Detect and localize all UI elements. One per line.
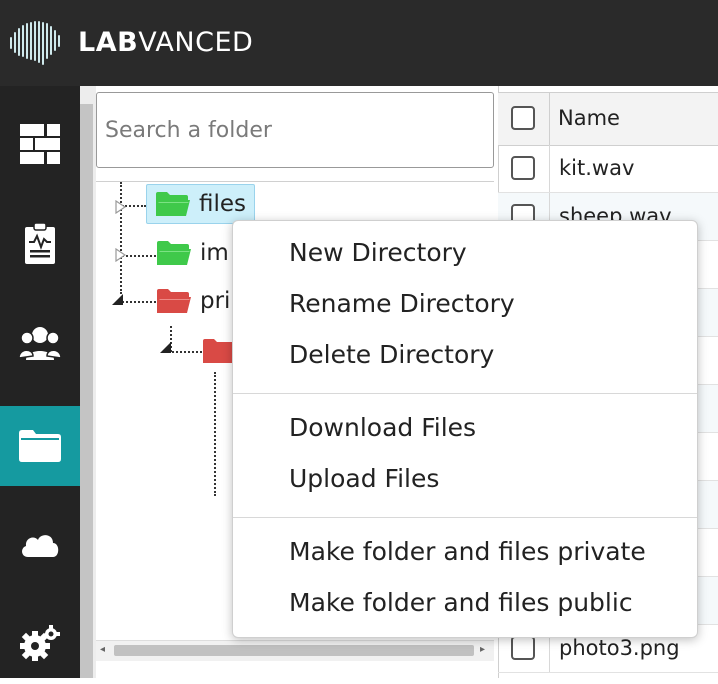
row-checkbox[interactable] [511,636,535,660]
tree-connector [120,182,122,294]
expand-triangle-icon[interactable] [114,200,126,214]
row-checkbox[interactable] [511,156,535,180]
sidebar-item-files[interactable] [0,406,80,486]
sidebar-item-settings[interactable] [0,604,80,684]
sidebar-item-participants[interactable] [0,304,80,384]
dashboard-grid-icon [20,124,60,164]
expand-triangle-icon[interactable] [114,248,126,262]
tree-connector [122,255,156,257]
menu-item-new-directory[interactable]: New Directory [289,238,467,267]
tree-connector [172,351,202,353]
menu-separator [233,393,697,394]
brain-soundwave-icon [10,21,60,65]
row-checkbox-cell [498,145,550,192]
tree-node-pri[interactable]: pri [156,282,230,320]
folder-open-green-icon [157,241,191,265]
folder-search-input[interactable] [97,93,493,167]
file-table-header: Name [498,92,718,146]
menu-separator [233,517,697,518]
menu-item-rename-directory[interactable]: Rename Directory [289,289,515,318]
tree-node-files[interactable]: files [146,184,256,224]
folder-search-box [96,92,494,168]
tree-connector [122,301,156,303]
select-all-checkbox[interactable] [511,106,535,130]
header-checkbox-cell [498,93,550,145]
context-menu: New Directory Rename Directory Delete Di… [232,220,698,638]
sidebar-item-cloud[interactable] [0,504,80,584]
table-row[interactable]: kit.wav [498,145,718,193]
users-group-icon [19,327,61,360]
tree-node-label: files [199,191,247,217]
logo-text-bold: LAB [78,27,139,58]
column-header-name[interactable]: Name [558,106,620,130]
collapse-triangle-icon[interactable] [112,292,124,306]
sidebar-item-studies[interactable] [0,204,80,284]
tree-node-label: pri [200,288,231,314]
scroll-right-arrow-icon[interactable]: ▸ [480,644,485,655]
sidebar-nav [0,86,80,678]
file-name: photo3.png [559,636,680,660]
app-logo-text[interactable]: LABVANCED [78,27,253,58]
cloud-icon [22,535,59,557]
folder-tree-scrollbar[interactable]: ◂ ▸ [96,640,494,661]
scroll-left-arrow-icon[interactable]: ◂ [100,644,105,655]
folder-icon [19,430,61,462]
logo-text-regular: VANCED [138,27,254,58]
sidebar-item-dashboard[interactable] [0,104,80,184]
top-bar: LABVANCED [0,0,718,86]
gears-icon [20,625,60,661]
file-name: kit.wav [559,156,635,180]
menu-item-upload-files[interactable]: Upload Files [289,464,439,493]
panel-resize-handle[interactable] [80,104,93,678]
scrollbar-thumb[interactable] [114,645,474,656]
clipboard-chart-icon [25,223,55,264]
menu-item-make-private[interactable]: Make folder and files private [289,537,646,566]
folder-open-red-icon [157,289,191,313]
collapse-triangle-icon[interactable] [160,340,172,354]
menu-item-download-files[interactable]: Download Files [289,413,476,442]
folder-open-green-icon [156,192,190,216]
tree-connector [214,372,216,496]
menu-item-make-public[interactable]: Make folder and files public [289,588,633,617]
tree-node-label: im [200,240,229,266]
menu-item-delete-directory[interactable]: Delete Directory [289,340,494,369]
tree-node-im[interactable]: im [156,234,229,272]
